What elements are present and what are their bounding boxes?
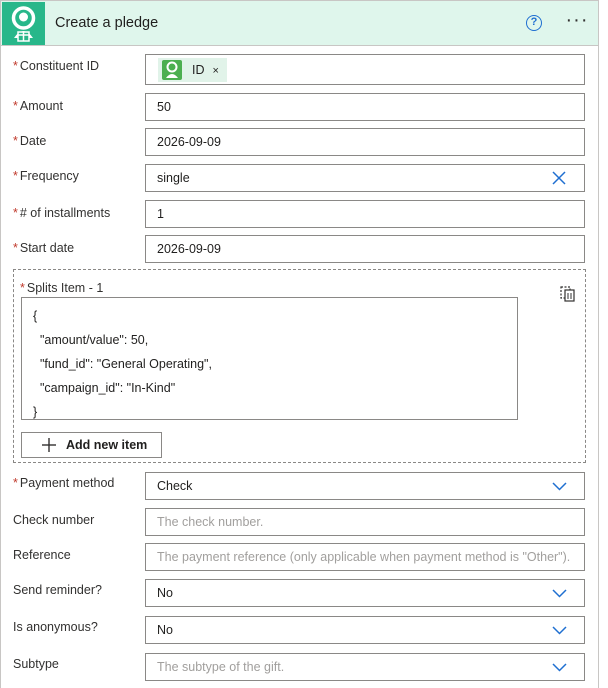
start-date-label: * Start date	[13, 241, 75, 255]
is-anonymous-label: Is anonymous?	[13, 620, 98, 634]
splits-json-editor[interactable]: { "amount/value": 50, "fund_id": "Genera…	[21, 297, 518, 420]
connector-icon	[2, 2, 45, 45]
json-line: "amount/value": 50,	[33, 333, 149, 347]
card-title: Create a pledge	[55, 15, 159, 31]
frequency-label: * Frequency	[13, 169, 79, 183]
frequency-value: single	[157, 171, 190, 185]
more-options-icon[interactable]: ···	[564, 10, 590, 33]
help-icon[interactable]: ?	[526, 15, 542, 31]
send-reminder-value: No	[157, 586, 173, 600]
chevron-down-icon[interactable]	[552, 626, 567, 635]
token-connector-icon	[162, 60, 182, 80]
frequency-input[interactable]: single	[145, 164, 585, 192]
token-label: ID	[192, 63, 205, 77]
reference-label: Reference	[13, 548, 71, 562]
clear-icon[interactable]	[552, 171, 566, 185]
json-line: "fund_id": "General Operating",	[33, 357, 212, 371]
splits-item-label: * Splits Item - 1	[20, 281, 104, 295]
check-number-label: Check number	[13, 513, 95, 527]
card-header[interactable]: Create a pledge ? ···	[1, 1, 598, 46]
json-line: "campaign_id": "In-Kind"	[33, 381, 176, 395]
chevron-down-icon[interactable]	[552, 482, 567, 491]
payment-method-label: * Payment method	[13, 476, 115, 490]
subtype-dropdown[interactable]: The subtype of the gift.	[145, 653, 585, 681]
json-line: {	[33, 309, 38, 323]
payment-method-dropdown[interactable]: Check	[145, 472, 585, 500]
amount-input[interactable]: 50	[145, 93, 585, 121]
json-line: }	[33, 405, 38, 419]
reference-input[interactable]: The payment reference (only applicable w…	[145, 543, 585, 571]
constituent-id-label: * Constituent ID	[13, 59, 100, 73]
constituent-id-field[interactable]: ID ×	[145, 54, 585, 85]
subtype-placeholder: The subtype of the gift.	[157, 660, 285, 674]
chevron-down-icon[interactable]	[552, 663, 567, 672]
start-date-input[interactable]: 2026-09-09	[145, 235, 585, 263]
is-anonymous-value: No	[157, 623, 173, 637]
chevron-down-icon[interactable]	[552, 589, 567, 598]
payment-method-value: Check	[157, 479, 193, 493]
delete-item-icon[interactable]	[560, 284, 576, 302]
plus-icon	[42, 438, 56, 452]
is-anonymous-dropdown[interactable]: No	[145, 616, 585, 644]
installments-input[interactable]: 1	[145, 200, 585, 228]
pledge-action-card: Create a pledge ? ··· * Constituent ID ID…	[0, 0, 599, 688]
subtype-label: Subtype	[13, 657, 59, 671]
date-label: * Date	[13, 134, 47, 148]
date-input[interactable]: 2026-09-09	[145, 128, 585, 156]
check-number-input[interactable]: The check number.	[145, 508, 585, 536]
send-reminder-label: Send reminder?	[13, 583, 102, 597]
splits-item-group: * Splits Item - 1 { "amount/value": 50, "…	[13, 269, 586, 463]
id-token[interactable]: ID ×	[158, 58, 227, 82]
add-new-item-label: Add new item	[66, 438, 148, 452]
add-new-item-button[interactable]: Add new item	[21, 432, 162, 458]
token-remove-icon[interactable]: ×	[213, 65, 219, 77]
installments-label: * # of installments	[13, 206, 111, 220]
amount-label: * Amount	[13, 99, 63, 113]
send-reminder-dropdown[interactable]: No	[145, 579, 585, 607]
